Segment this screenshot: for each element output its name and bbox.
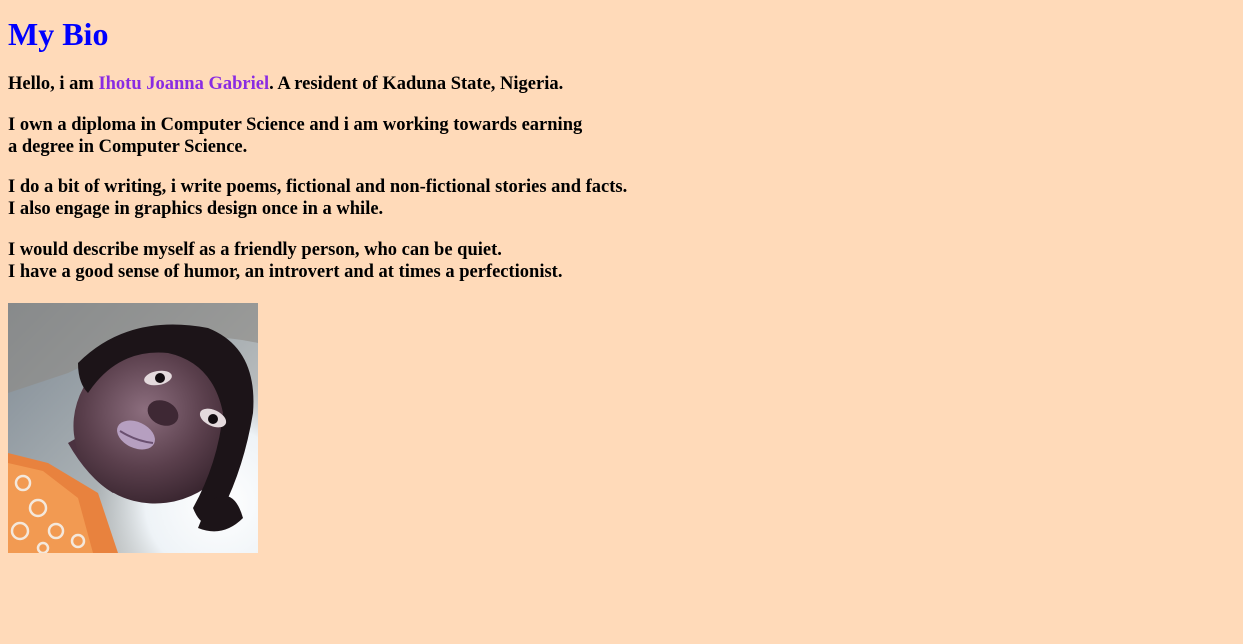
hobbies-line-2: I also engage in graphics design once in… <box>8 199 384 219</box>
author-name: Ihotu Joanna Gabriel <box>98 74 270 94</box>
intro-paragraph: Hello, i am Ihotu Joanna Gabriel. A resi… <box>8 73 1235 95</box>
intro-prefix: Hello, i am <box>8 74 99 94</box>
education-line-1: I own a diploma in Computer Science and … <box>8 115 583 135</box>
personality-line-1: I would describe myself as a friendly pe… <box>8 240 502 260</box>
intro-suffix: . A resident of Kaduna State, Nigeria. <box>269 74 564 94</box>
personality-paragraph: I would describe myself as a friendly pe… <box>8 239 1235 283</box>
hobbies-line-1: I do a bit of writing, i write poems, fi… <box>8 177 628 197</box>
education-line-2: a degree in Computer Science. <box>8 137 248 157</box>
personality-line-2: I have a good sense of humor, an introve… <box>8 262 563 282</box>
education-paragraph: I own a diploma in Computer Science and … <box>8 114 1235 158</box>
hobbies-paragraph: I do a bit of writing, i write poems, fi… <box>8 176 1235 220</box>
profile-photo <box>8 303 258 553</box>
bio-page: My Bio Hello, i am Ihotu Joanna Gabriel.… <box>0 0 1243 553</box>
page-title: My Bio <box>8 16 109 52</box>
